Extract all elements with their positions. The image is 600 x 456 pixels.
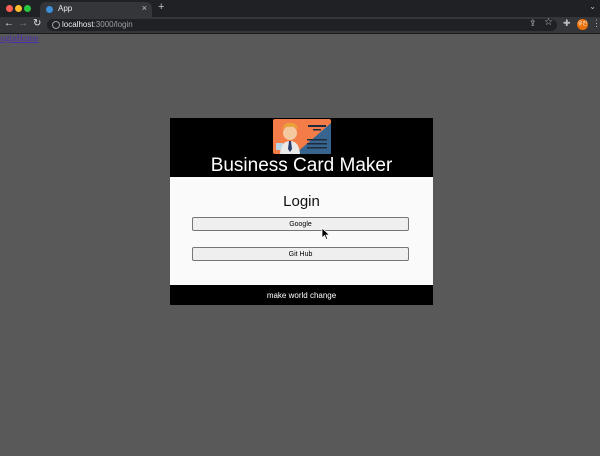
minimize-window-button[interactable] bbox=[15, 5, 22, 12]
google-login-button[interactable]: Google bbox=[192, 217, 409, 231]
react-favicon-icon bbox=[46, 6, 53, 13]
github-login-button[interactable]: Git Hub bbox=[192, 247, 409, 261]
profile-avatar[interactable]: 유진 bbox=[577, 19, 588, 30]
page-nav-links: loginHome bbox=[0, 33, 39, 43]
extensions-icon[interactable]: ✚ bbox=[563, 18, 571, 29]
browser-toolbar: ← → ↻ localhost:3000/login ⇪ ☆ ✚ 유진 ⋮ bbox=[0, 17, 600, 34]
business-card-logo-icon bbox=[273, 119, 331, 154]
app-footer: make world change bbox=[170, 285, 433, 305]
tab-search-chevron-icon[interactable]: ⌄ bbox=[589, 2, 596, 11]
tab-close-icon[interactable]: × bbox=[142, 3, 147, 13]
app-header: Business Card Maker bbox=[170, 118, 433, 177]
maximize-window-button[interactable] bbox=[24, 5, 31, 12]
close-window-button[interactable] bbox=[6, 5, 13, 12]
info-icon[interactable] bbox=[52, 21, 60, 29]
address-bar[interactable]: localhost:3000/login bbox=[47, 19, 557, 31]
forward-arrow-icon[interactable]: → bbox=[18, 18, 28, 29]
kebab-menu-icon[interactable]: ⋮ bbox=[592, 18, 600, 29]
browser-tab-bar: App × + ⌄ bbox=[0, 0, 600, 17]
login-heading: Login bbox=[283, 193, 320, 210]
browser-tab[interactable]: App × bbox=[40, 2, 152, 17]
business-card-app: Business Card Maker Login Google Git Hub… bbox=[170, 118, 433, 305]
login-link[interactable]: login bbox=[0, 33, 17, 43]
app-title: Business Card Maker bbox=[210, 155, 393, 176]
login-section: Login Google Git Hub bbox=[170, 177, 433, 285]
back-arrow-icon[interactable]: ← bbox=[4, 18, 14, 29]
mouse-cursor-icon bbox=[321, 228, 331, 240]
reload-icon[interactable]: ↻ bbox=[33, 18, 41, 29]
url-path: :3000/login bbox=[93, 20, 133, 29]
footer-text: make world change bbox=[266, 291, 337, 300]
tab-title: App bbox=[58, 4, 73, 13]
share-icon[interactable]: ⇪ bbox=[529, 18, 537, 29]
star-icon[interactable]: ☆ bbox=[544, 17, 553, 28]
url-host: localhost bbox=[62, 20, 94, 29]
home-link[interactable]: Home bbox=[17, 33, 39, 43]
new-tab-icon[interactable]: + bbox=[158, 1, 164, 13]
url-text[interactable]: localhost:3000/login bbox=[62, 20, 133, 29]
